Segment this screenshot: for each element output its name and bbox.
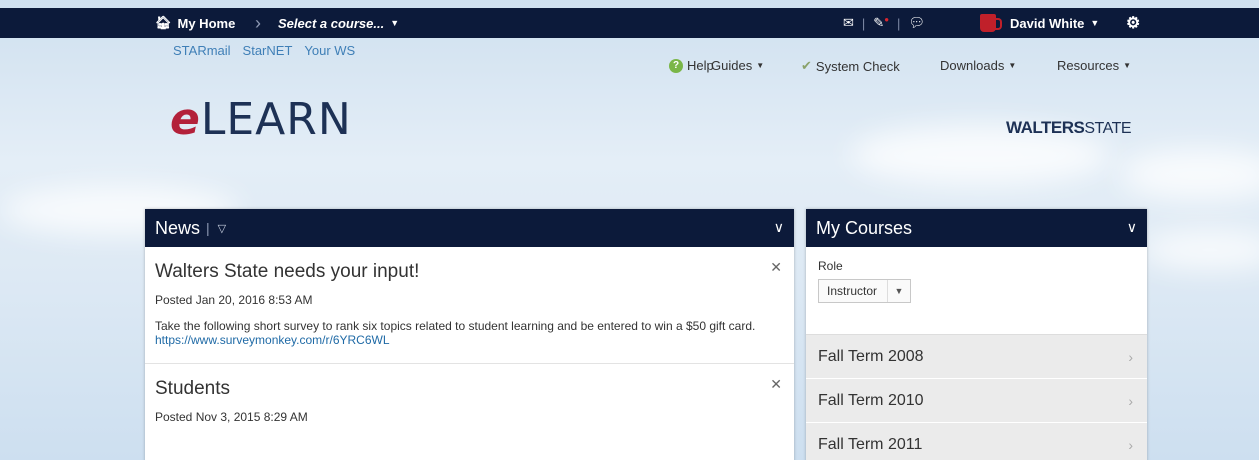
term-item[interactable]: Fall Term 2011 › (806, 423, 1147, 460)
chevron-right-icon: › (1128, 436, 1133, 453)
news-widget: News | ▽ ∨ ✕ Walters State needs your in… (145, 209, 794, 460)
brand-light: STATE (1084, 120, 1132, 137)
my-courses-widget: My Courses ∨ Role Instructor ▼ Fall Term… (806, 209, 1147, 460)
divider: | (897, 15, 901, 31)
system-check-label: System Check (815, 58, 900, 74)
course-selector-label: Select a course... (278, 15, 385, 31)
my-courses-widget-header: My Courses ∨ (806, 209, 1147, 247)
brand-bold: WALTERS (1006, 118, 1085, 137)
my-courses-title: My Courses (816, 217, 913, 238)
chevron-right-icon: › (1128, 348, 1133, 365)
dismiss-close-icon[interactable]: ✕ (770, 259, 782, 276)
role-filter: Role Instructor ▼ (806, 247, 1147, 335)
help-link[interactable]: ? Help (669, 58, 714, 73)
news-item-title: Students (155, 378, 230, 399)
my-home-link[interactable]: 🏠︎ My Home (155, 8, 235, 38)
home-icon: 🏠︎ (155, 15, 172, 30)
logo-e: e (170, 94, 201, 145)
term-label: Fall Term 2011 (818, 435, 923, 453)
mail-alert-icon[interactable]: ✉ (843, 15, 854, 31)
news-widget-header: News | ▽ ∨ (145, 209, 794, 247)
user-name: David White (1010, 15, 1085, 31)
term-item[interactable]: Fall Term 2010 › (806, 379, 1147, 423)
term-label: Fall Term 2008 (818, 347, 924, 365)
caret-down-icon: ▼ (894, 286, 904, 296)
starmail-link[interactable]: STARmail (173, 43, 231, 58)
collapse-chevron-icon[interactable]: ∨ (774, 219, 784, 236)
subscription-alert-icon[interactable]: 💬︎ (908, 15, 925, 31)
resources-menu[interactable]: Resources ▼ (1057, 58, 1131, 73)
widget-menu-icon[interactable]: ▽ (218, 222, 226, 235)
caret-down-icon: ▼ (390, 18, 400, 28)
breadcrumb-separator-icon: › (255, 12, 261, 33)
logo-learn: LEARN (200, 94, 352, 145)
role-select-value: Instructor (819, 280, 889, 302)
term-label: Fall Term 2010 (818, 391, 924, 409)
settings-gear-icon[interactable]: ⚙ (1126, 8, 1140, 38)
your-ws-link[interactable]: Your WS (304, 43, 355, 58)
top-navigation-bar: 🏠︎ My Home › Select a course... ▼ ✉ | ✎●… (0, 8, 1259, 38)
downloads-label: Downloads (940, 58, 1005, 73)
guides-label: Guides (711, 58, 753, 73)
role-label: Role (818, 259, 843, 273)
system-check-link[interactable]: ✔ System Check (801, 58, 900, 74)
user-avatar-icon (980, 14, 1002, 32)
my-home-label: My Home (177, 15, 236, 31)
term-item[interactable]: Fall Term 2008 › (806, 335, 1147, 379)
divider: | (206, 220, 210, 236)
news-widget-title: News (155, 217, 201, 238)
user-menu[interactable]: David White ▼ (980, 8, 1099, 38)
news-item-title: Walters State needs your input! (155, 261, 420, 282)
update-alert-icon[interactable]: ✎● (873, 15, 889, 31)
news-item-date: Posted Nov 3, 2015 8:29 AM (155, 410, 308, 424)
news-item-text: Take the following short survey to rank … (155, 319, 756, 333)
cloud-decoration (1140, 230, 1259, 270)
downloads-menu[interactable]: Downloads ▼ (940, 58, 1016, 73)
course-selector[interactable]: Select a course... ▼ (278, 8, 399, 38)
system-check-icon: ✔ (801, 58, 812, 73)
guides-menu[interactable]: Guides ▼ (711, 58, 764, 73)
caret-down-icon: ▼ (756, 61, 765, 70)
elearn-logo: eLEARN (170, 94, 352, 145)
cloud-decoration (1120, 150, 1259, 200)
caret-down-icon: ▼ (1123, 61, 1132, 70)
news-item: ✕ Walters State needs your input! Posted… (145, 247, 794, 364)
news-item-date: Posted Jan 20, 2016 8:53 AM (155, 293, 313, 307)
divider: | (861, 15, 866, 31)
help-icon: ? (669, 58, 683, 73)
walters-state-logo: WALTERSSTATE (1006, 118, 1132, 138)
news-item: ✕ Students Posted Nov 3, 2015 8:29 AM (145, 364, 794, 424)
alert-icons: ✉ | ✎● | 💬︎ (843, 8, 925, 38)
help-label: Help (687, 58, 714, 73)
quick-links: STARmail StarNET Your WS (173, 43, 355, 58)
news-item-body: Take the following short survey to rank … (155, 319, 784, 363)
starnet-link[interactable]: StarNET (243, 43, 293, 58)
caret-down-icon: ▼ (1008, 61, 1017, 70)
survey-link[interactable]: https://www.surveymonkey.com/r/6YRC6WL (155, 333, 390, 347)
caret-down-icon: ▼ (1090, 18, 1100, 28)
role-select[interactable]: Instructor ▼ (818, 279, 912, 303)
chevron-right-icon: › (1128, 392, 1133, 409)
dismiss-close-icon[interactable]: ✕ (770, 376, 782, 393)
resources-label: Resources (1057, 58, 1120, 73)
collapse-chevron-icon[interactable]: ∨ (1127, 219, 1137, 236)
